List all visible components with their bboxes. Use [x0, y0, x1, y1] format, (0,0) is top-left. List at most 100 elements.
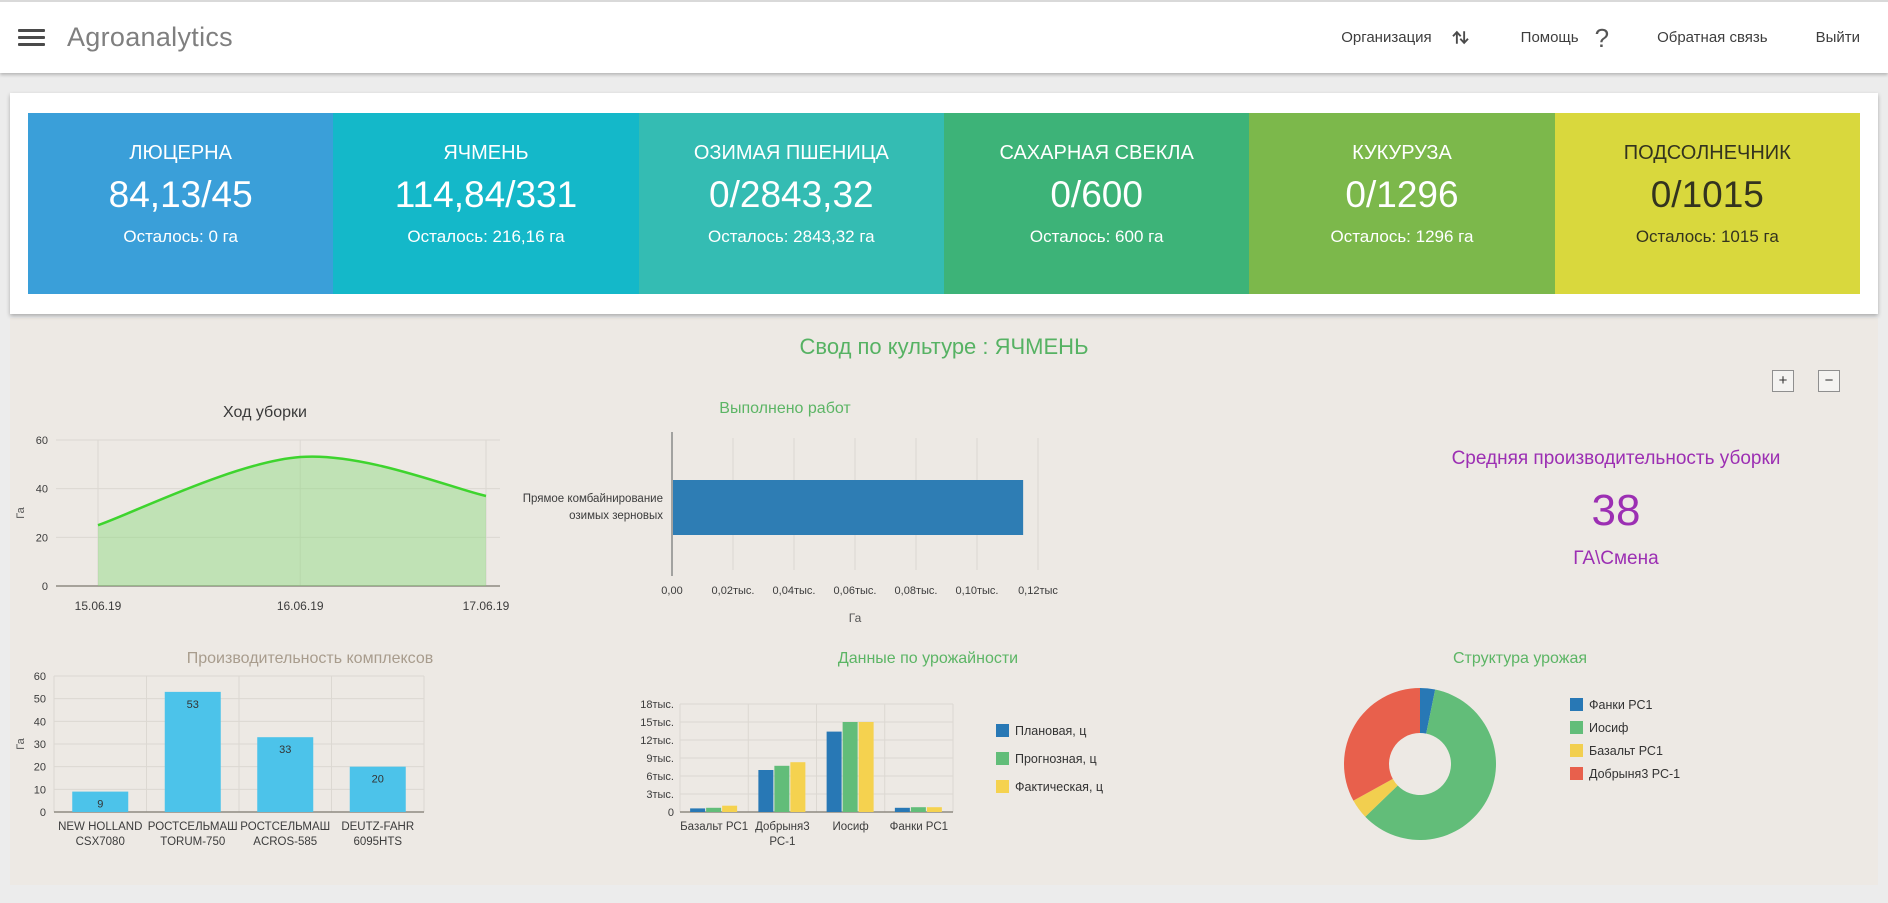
complex-productivity-chart: 0 10 20 30 40 50 60 9 NEW HOLLAND CSX7080 53 РОСТСЕ…	[10, 670, 520, 858]
svg-text:0,06тыс.: 0,06тыс.	[834, 585, 877, 597]
svg-text:Прогнозная, ц: Прогнозная, ц	[1015, 752, 1097, 766]
svg-text:0,10тыс.: 0,10тыс.	[956, 585, 999, 597]
svg-text:20: 20	[34, 762, 46, 774]
works-done-section: Выполнено работ 0,000,02тыс.0,04тыс.0,06…	[520, 364, 1280, 648]
svg-text:NEW HOLLAND: NEW HOLLAND	[58, 821, 142, 833]
kpi-card-lucerne[interactable]: ЛЮЦЕРНА 84,13/45 Осталось: 0 га	[28, 113, 333, 294]
kpi-card-subtitle: Осталось: 600 га	[944, 227, 1249, 247]
kpi-card-value: 84,13/45	[28, 174, 333, 216]
culture-summary-section: Свод по культуре : ЯЧМЕНЬ + − Ход уборки…	[10, 318, 1878, 885]
nav-logout[interactable]: Выйти	[1816, 29, 1860, 46]
harvest-progress-chart: 020406015.06.1916.06.1917.06.19Га	[10, 428, 520, 636]
kpi-card-title: ПОДСОЛНЕЧНИК	[1555, 142, 1860, 165]
svg-text:Га: Га	[849, 611, 862, 625]
svg-text:CSX7080: CSX7080	[76, 836, 125, 848]
kpi-card-title: ЛЮЦЕРНА	[28, 142, 333, 165]
svg-text:Добрыня3 РС-1: Добрыня3 РС-1	[1589, 767, 1680, 781]
svg-text:0: 0	[40, 807, 46, 819]
harvest-progress-title: Ход уборки	[10, 404, 520, 422]
complex-productivity-section: Производительность комплексов 0102030405…	[10, 648, 520, 858]
nav-organization-label: Организация	[1341, 29, 1431, 46]
svg-text:TORUM-750: TORUM-750	[160, 836, 225, 848]
svg-text:Иосиф: Иосиф	[832, 821, 868, 833]
agroanalytics-dashboard: Agroanalytics Организация Помощь ? О	[0, 0, 1888, 903]
harvest-structure-chart: Фанки РС1ИосифБазальт РС1Добрыня3 РС-1	[1280, 670, 1878, 858]
avg-productivity-title: Средняя производительность уборки	[1354, 448, 1878, 470]
svg-text:50: 50	[34, 694, 46, 706]
svg-text:6тыс.: 6тыс.	[646, 771, 674, 783]
svg-text:Га: Га	[15, 506, 27, 518]
svg-text:9: 9	[97, 799, 103, 811]
nav-help-label: Помощь	[1521, 29, 1579, 46]
svg-text:ACROS-585: ACROS-585	[253, 836, 317, 848]
svg-text:0: 0	[42, 581, 48, 593]
svg-text:DEUTZ-FAHR: DEUTZ-FAHR	[341, 821, 414, 833]
svg-text:озимых зерновых: озимых зерновых	[569, 510, 663, 522]
avg-productivity-unit: ГА\Смена	[1354, 548, 1878, 570]
svg-text:18тыс.: 18тыс.	[640, 699, 674, 711]
kpi-card-title: САХАРНАЯ СВЕКЛА	[944, 142, 1249, 165]
kpi-card-barley[interactable]: ЯЧМЕНЬ 114,84/331 Осталось: 216,16 га	[333, 113, 638, 294]
kpi-card-subtitle: Осталось: 1296 га	[1249, 227, 1554, 247]
kpi-card-sugar-beet[interactable]: САХАРНАЯ СВЕКЛА 0/600 Осталось: 600 га	[944, 113, 1249, 294]
kpi-card-subtitle: Осталось: 1015 га	[1555, 227, 1860, 247]
avg-productivity-section: Средняя производительность уборки 38 ГА\…	[1280, 364, 1878, 648]
crops-summary-panel: ЛЮЦЕРНА 84,13/45 Осталось: 0 га ЯЧМЕНЬ 1…	[10, 93, 1878, 314]
svg-text:40: 40	[36, 484, 48, 496]
harvest-progress-section: Ход уборки 020406015.06.1916.06.1917.06.…	[10, 364, 520, 648]
kpi-card-winter-wheat[interactable]: ОЗИМАЯ ПШЕНИЦА 0/2843,32 Осталось: 2843,…	[639, 113, 944, 294]
kpi-card-value: 0/600	[944, 174, 1249, 216]
svg-text:30: 30	[34, 739, 46, 751]
nav-feedback[interactable]: Обратная связь	[1657, 29, 1768, 46]
svg-text:Прямое комбайнирование: Прямое комбайнирование	[523, 493, 663, 505]
avg-productivity-value: 38	[1354, 486, 1878, 536]
kpi-card-title: ЯЧМЕНЬ	[333, 142, 638, 165]
svg-text:17.06.19: 17.06.19	[463, 599, 510, 613]
kpi-card-subtitle: Осталось: 2843,32 га	[639, 227, 944, 247]
svg-text:53: 53	[187, 699, 199, 711]
svg-text:3тыс.: 3тыс.	[646, 789, 674, 801]
kpi-card-title: КУКУРУЗА	[1249, 142, 1554, 165]
svg-text:0,12тыс: 0,12тыс	[1018, 585, 1058, 597]
svg-text:Фанки РС1: Фанки РС1	[890, 821, 948, 833]
svg-text:Плановая, ц: Плановая, ц	[1015, 724, 1086, 738]
app-title: Agroanalytics	[67, 22, 233, 53]
svg-text:15.06.19: 15.06.19	[75, 599, 122, 613]
yield-data-title: Данные по урожайности	[608, 650, 1248, 668]
kpi-card-subtitle: Осталось: 0 га	[28, 227, 333, 247]
svg-text:Фактическая, ц: Фактическая, ц	[1015, 780, 1103, 794]
svg-text:0,04тыс.: 0,04тыс.	[773, 585, 816, 597]
kpi-card-subtitle: Осталось: 216,16 га	[333, 227, 638, 247]
kpi-card-sunflower[interactable]: ПОДСОЛНЕЧНИК 0/1015 Осталось: 1015 га	[1555, 113, 1860, 294]
kpi-card-title: ОЗИМАЯ ПШЕНИЦА	[639, 142, 944, 165]
svg-text:0: 0	[668, 807, 674, 819]
charts-grid: Ход уборки 0 20 40 60 15.06.19 16.06.19 17.06.…	[10, 364, 1878, 858]
kpi-card-corn[interactable]: КУКУРУЗА 0/1296 Осталось: 1296 га	[1249, 113, 1554, 294]
svg-text:9тыс.: 9тыс.	[646, 753, 674, 765]
svg-text:40: 40	[34, 716, 46, 728]
summary-title: Свод по культуре : ЯЧМЕНЬ	[10, 318, 1878, 360]
menu-icon[interactable]	[18, 25, 45, 50]
svg-text:15тыс.: 15тыс.	[640, 717, 674, 729]
svg-text:16.06.19: 16.06.19	[277, 599, 324, 613]
yield-data-chart: 03тыс.6тыс.9тыс.12тыс.15тыс.18тыс.Базаль…	[520, 670, 1280, 858]
nav-logout-label: Выйти	[1816, 29, 1860, 46]
nav-organization[interactable]: Организация	[1341, 25, 1472, 50]
nav-help[interactable]: Помощь ?	[1521, 25, 1609, 51]
yield-data-section: Данные по урожайности 03тыс.6тыс.9тыс.12…	[520, 648, 1280, 858]
complex-productivity-title: Производительность комплексов	[55, 650, 565, 668]
svg-text:10: 10	[34, 784, 46, 796]
navbar-menu: Организация Помощь ? Обратная связь	[1341, 25, 1860, 51]
svg-text:Га: Га	[15, 737, 27, 749]
avg-productivity-kpi: Средняя производительность уборки 38 ГА\…	[1280, 448, 1878, 570]
kpi-card-value: 114,84/331	[333, 174, 638, 216]
svg-text:60: 60	[34, 671, 46, 683]
kpi-cards-row: ЛЮЦЕРНА 84,13/45 Осталось: 0 га ЯЧМЕНЬ 1…	[28, 113, 1860, 294]
svg-text:РОСТСЕЛЬМАШ: РОСТСЕЛЬМАШ	[148, 821, 238, 833]
works-done-chart: 0,000,02тыс.0,04тыс.0,06тыс.0,08тыс.0,10…	[520, 420, 1280, 632]
kpi-card-value: 0/1015	[1555, 174, 1860, 216]
svg-text:Иосиф: Иосиф	[1589, 721, 1628, 735]
works-done-title: Выполнено работ	[520, 400, 1050, 418]
sync-icon	[1448, 25, 1473, 50]
kpi-card-value: 0/2843,32	[639, 174, 944, 216]
